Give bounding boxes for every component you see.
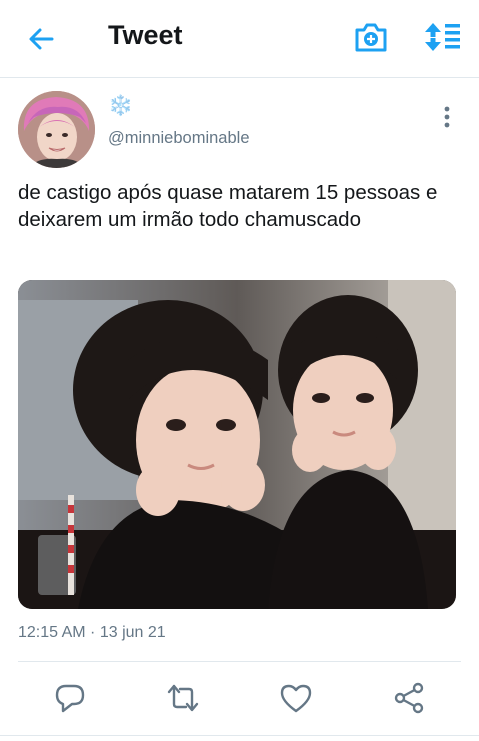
retweet-icon[interactable] [165, 680, 201, 716]
display-name[interactable]: ❄️ [108, 96, 133, 116]
user-handle[interactable]: @minniebominable [108, 129, 250, 148]
sort-icon[interactable] [422, 18, 460, 56]
tweet-image[interactable] [18, 280, 456, 609]
back-arrow-icon[interactable] [24, 22, 58, 56]
page-title: Tweet [108, 20, 183, 50]
top-bar: Tweet [0, 0, 479, 78]
camera-plus-icon[interactable] [354, 18, 388, 56]
tweet-text: de castigo após quase matarem 15 pessoas… [18, 181, 438, 231]
more-vertical-icon[interactable] [436, 104, 458, 130]
share-icon[interactable] [391, 680, 427, 716]
like-icon[interactable] [278, 680, 314, 716]
avatar[interactable] [18, 91, 95, 168]
tweet-timestamp: 12:15 AM · 13 jun 21 [18, 624, 166, 641]
reply-icon[interactable] [52, 680, 88, 716]
divider [18, 661, 461, 662]
divider [0, 735, 479, 736]
